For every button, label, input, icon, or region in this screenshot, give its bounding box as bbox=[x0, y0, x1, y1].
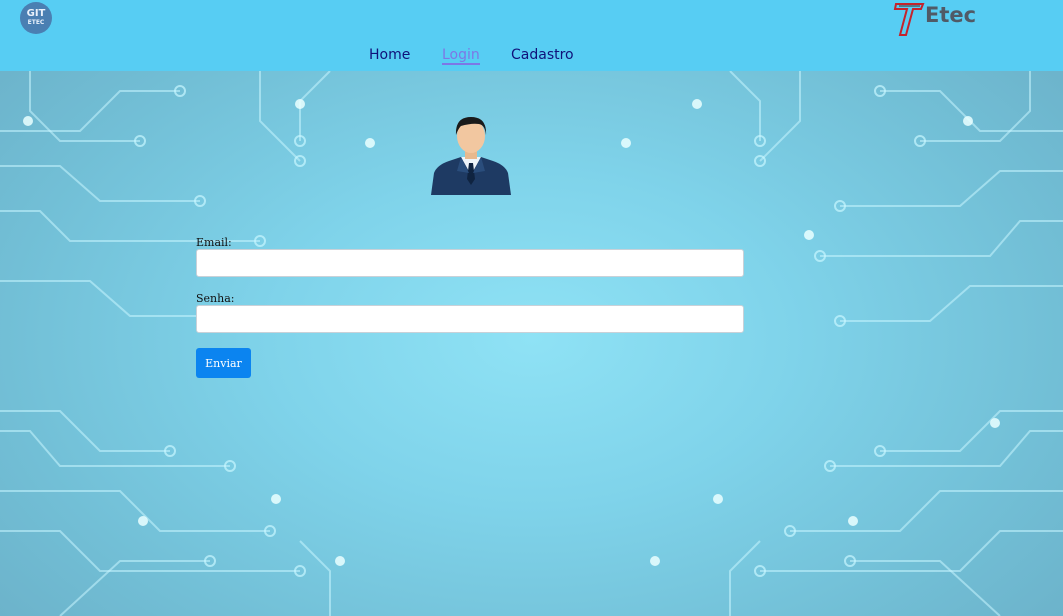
password-label: Senha: bbox=[196, 292, 235, 305]
top-header: GIT ETEC Etec Home Login Cadastro bbox=[0, 0, 1063, 71]
etec-logo-word: Etec bbox=[925, 3, 977, 27]
nav-cadastro-link[interactable]: Cadastro bbox=[511, 47, 574, 63]
git-etec-logo[interactable]: GIT ETEC bbox=[20, 2, 52, 34]
password-field[interactable] bbox=[196, 305, 744, 333]
etec-logo: Etec bbox=[893, 0, 983, 38]
circuit-background bbox=[0, 71, 1063, 616]
nav-home-link[interactable]: Home bbox=[369, 47, 410, 63]
git-logo-line2: ETEC bbox=[27, 19, 45, 26]
git-logo-line1: GIT bbox=[26, 8, 46, 19]
nav-login-link[interactable]: Login bbox=[442, 47, 480, 65]
email-field[interactable] bbox=[196, 249, 744, 277]
email-label: Email: bbox=[196, 236, 232, 249]
user-avatar-icon bbox=[431, 117, 511, 195]
submit-button[interactable]: Enviar bbox=[196, 348, 251, 378]
